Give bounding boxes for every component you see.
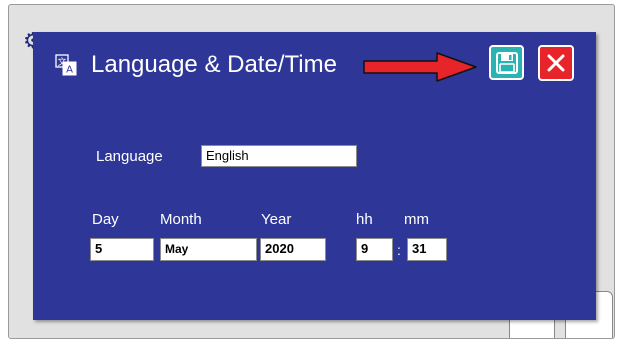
- language-field[interactable]: English: [201, 145, 357, 167]
- floppy-disk-save-icon: [495, 51, 518, 74]
- close-x-icon: [547, 54, 565, 72]
- month-label: Month: [160, 211, 202, 228]
- year-field[interactable]: 2020: [260, 238, 326, 261]
- month-field[interactable]: May: [160, 238, 257, 261]
- svg-text:A: A: [66, 65, 73, 76]
- day-label: Day: [92, 211, 119, 228]
- language-translate-icon: 文 A: [55, 54, 77, 76]
- red-arrow-annotation: [363, 52, 477, 82]
- minute-field[interactable]: 31: [407, 238, 447, 261]
- close-button[interactable]: [538, 45, 574, 81]
- day-field[interactable]: 5: [90, 238, 154, 261]
- time-separator: :: [397, 242, 401, 258]
- year-label: Year: [261, 211, 292, 228]
- dialog-title: Language & Date/Time: [91, 51, 337, 78]
- minute-label: mm: [404, 211, 429, 228]
- language-label: Language: [96, 148, 163, 165]
- hour-label: hh: [356, 211, 373, 228]
- save-button[interactable]: [489, 45, 524, 80]
- hour-field[interactable]: 9: [356, 238, 393, 261]
- language-datetime-dialog: 文 A Language & Date/Time Language Englis…: [33, 32, 596, 320]
